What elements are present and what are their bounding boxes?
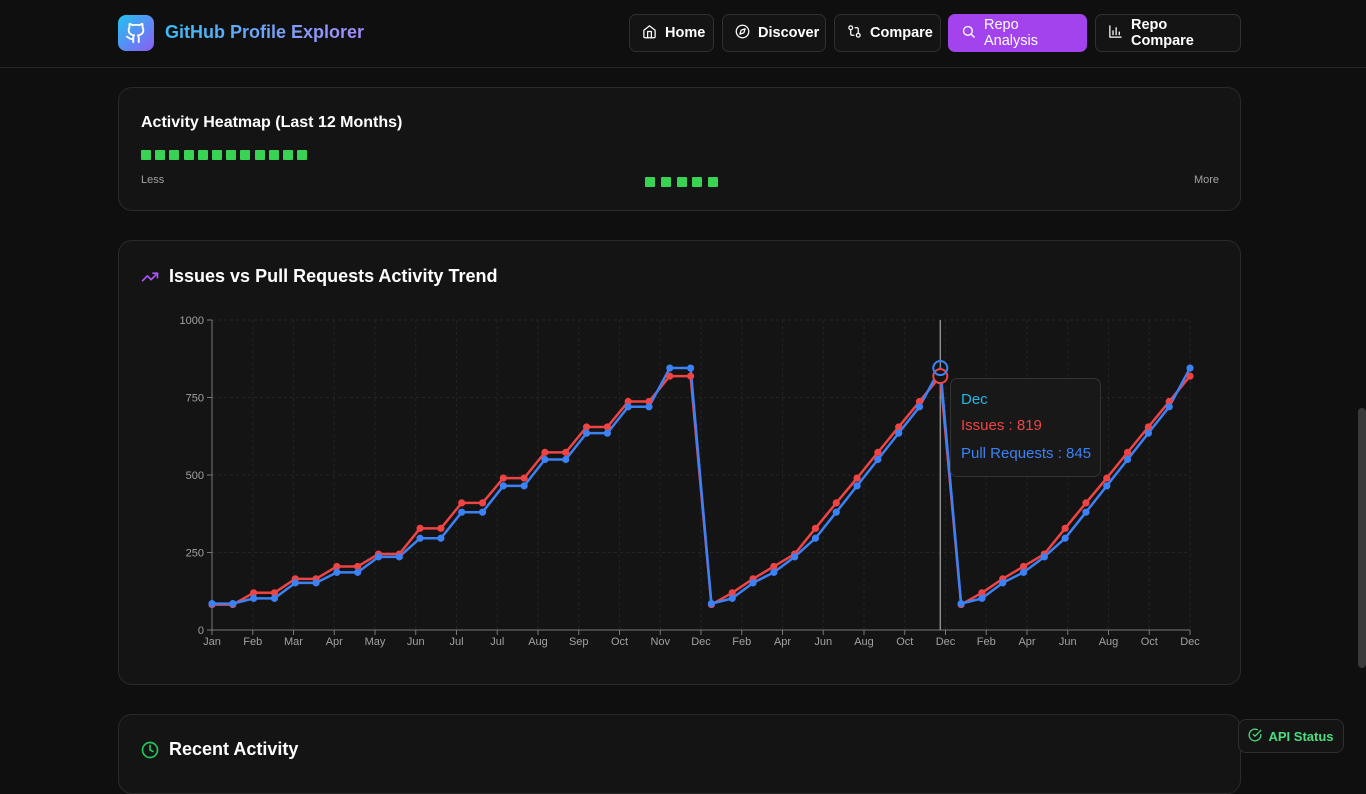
clock-icon: [141, 741, 159, 764]
chart-title: Issues vs Pull Requests Activity Trend: [169, 266, 498, 286]
heatmap-cell[interactable]: [226, 150, 237, 160]
github-logo-icon[interactable]: [118, 15, 154, 51]
heatmap-title: Activity Heatmap (Last 12 Months): [141, 114, 403, 131]
trending-up-icon: [141, 268, 159, 291]
tooltip-prs: Pull Requests : 845: [961, 445, 1092, 462]
nav-home-button[interactable]: Home: [629, 14, 714, 52]
heatmap-cell[interactable]: [254, 150, 265, 160]
compass-icon: [735, 24, 750, 43]
nav-compare-button[interactable]: Compare: [834, 14, 941, 52]
nav-home-label: Home: [665, 25, 706, 41]
recent-activity-card: Recent Activity: [118, 714, 1241, 794]
scrollbar-thumb[interactable]: [1358, 408, 1366, 668]
heatmap-legend-cell: [645, 177, 655, 187]
heatmap-legend-cell: [692, 177, 703, 187]
nav-repo-compare-label: Repo Compare: [1131, 17, 1194, 49]
check-circle-icon: [1248, 728, 1262, 745]
heatmap-cell[interactable]: [169, 150, 180, 160]
tooltip-issues: Issues : 819: [961, 417, 1042, 434]
heatmap-legend-cell: [676, 177, 687, 187]
recent-activity-title: Recent Activity: [169, 739, 299, 759]
app-title[interactable]: GitHub Profile Explorer: [165, 22, 364, 43]
nav-repo-compare-button[interactable]: Repo Compare: [1095, 14, 1241, 52]
heatmap-cell[interactable]: [283, 150, 293, 160]
heatmap-cell[interactable]: [155, 150, 166, 160]
heatmap-cell[interactable]: [183, 150, 194, 160]
bar-chart-icon: [1108, 24, 1123, 43]
heatmap-cell[interactable]: [212, 150, 222, 160]
api-status-button[interactable]: API Status: [1238, 719, 1344, 753]
activity-heatmap-card: Activity Heatmap (Last 12 Months) Less M…: [118, 87, 1241, 211]
heatmap-cell[interactable]: [240, 150, 251, 160]
heatmap-less-label: Less: [141, 174, 165, 186]
nav-discover-label: Discover: [758, 25, 820, 41]
nav-compare-label: Compare: [870, 25, 933, 41]
top-navbar: GitHub Profile Explorer Home Discover Co…: [0, 0, 1366, 68]
heatmap-legend-cell: [708, 177, 719, 187]
heatmap-cell[interactable]: [141, 150, 151, 160]
tooltip-month: Dec: [961, 391, 988, 408]
heatmap-cell[interactable]: [297, 150, 308, 160]
heatmap-legend-cell: [660, 177, 671, 187]
git-compare-icon: [847, 24, 862, 43]
api-status-label: API Status: [1268, 728, 1334, 744]
heatmap-cell[interactable]: [197, 150, 208, 160]
heatmap-cell[interactable]: [268, 150, 279, 160]
heatmap-more-label: More: [1193, 174, 1219, 186]
search-icon: [961, 24, 976, 43]
chart-tooltip: Dec Issues : 819 Pull Requests : 845: [950, 378, 1101, 477]
nav-repo-analysis-button[interactable]: Repo Analysis: [948, 14, 1087, 52]
nav-discover-button[interactable]: Discover: [722, 14, 826, 52]
nav-repo-analysis-label: Repo Analysis: [984, 17, 1038, 49]
home-icon: [642, 24, 657, 43]
